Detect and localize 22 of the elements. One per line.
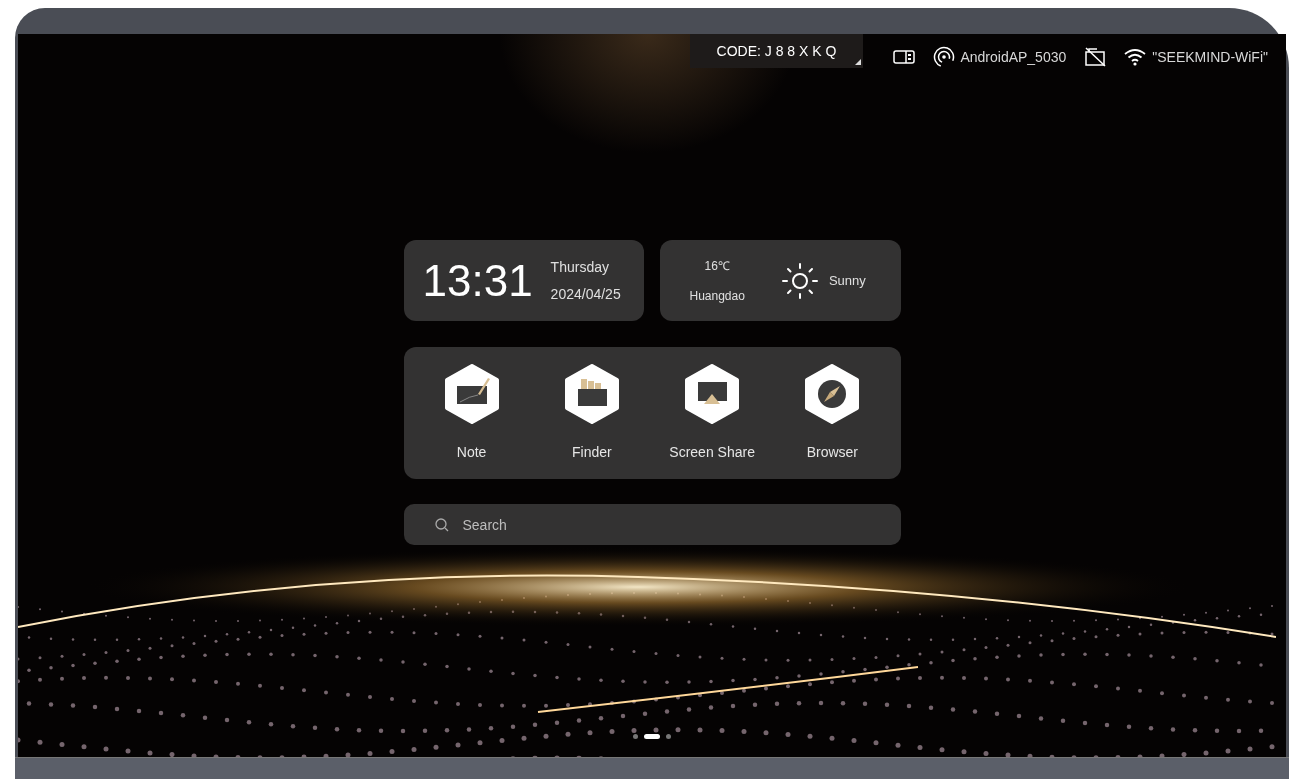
weather-condition: Sunny xyxy=(828,271,866,290)
app-launcher[interactable]: Finder xyxy=(531,363,652,463)
wifi-icon xyxy=(1124,48,1147,66)
usb-drive-icon xyxy=(893,49,916,65)
city: Huangdao xyxy=(689,287,745,305)
app-launcher[interactable]: Screen Share xyxy=(652,363,773,463)
clock-time: 13:31 xyxy=(422,254,533,307)
corner-icon xyxy=(855,59,862,65)
app-launcher[interactable]: Note xyxy=(411,363,532,463)
page-indicator[interactable] xyxy=(644,734,660,739)
hotspot-icon xyxy=(933,46,956,68)
search-field[interactable]: Search xyxy=(403,504,901,545)
date: 2024/04/25 xyxy=(550,284,621,304)
temperature: 16℃ xyxy=(704,257,730,275)
meeting-code: CODE: J 8 8 X K Q xyxy=(716,41,837,61)
weekday: Thursday xyxy=(550,257,610,277)
sun-icon xyxy=(780,261,819,300)
wifi-name: "SEEKMIND-WiFi" xyxy=(1152,47,1268,67)
no-network-icon xyxy=(1084,47,1107,67)
hotspot-name: AndroidAP_5030 xyxy=(960,47,1067,67)
app-launcher[interactable]: Browser xyxy=(772,363,893,463)
search-icon xyxy=(434,518,449,532)
